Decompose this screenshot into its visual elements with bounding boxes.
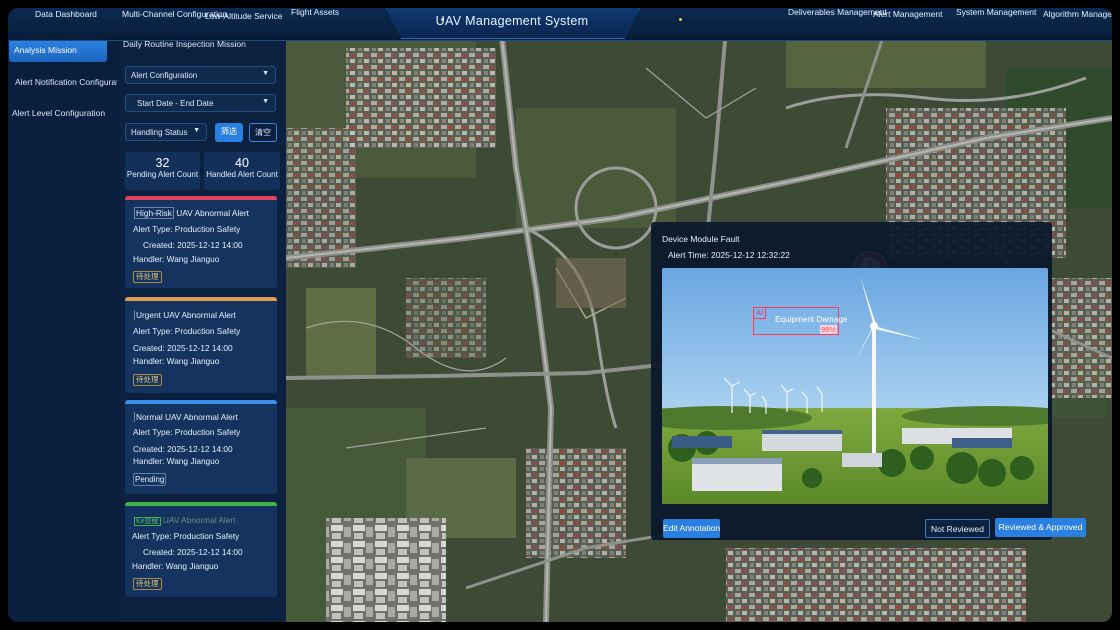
alert-type: Alert Type: Production Safety	[132, 531, 240, 541]
date-range-picker[interactable]: Start Date - End Date ▼	[125, 94, 276, 112]
alert-card-title: Urgent UAV Abnormal Alert	[134, 310, 236, 320]
alert-level: Ke提醒	[134, 517, 161, 526]
status-badge: 待处理	[133, 374, 162, 386]
detection-box[interactable]: AI Equipment Damage 99%	[753, 307, 847, 335]
popup-title: Device Module Fault	[662, 234, 740, 244]
alert-time: Alert Time: 2025-12-12 12:32:22	[668, 250, 790, 260]
handled-alert-stat: 40 Handled Alert Count	[204, 152, 280, 190]
sidebar: Analysis Mission Alert Notification Conf…	[8, 28, 130, 622]
alert-handler: Handler: Wang Jianguo	[133, 356, 220, 366]
alert-title-rest: UAV Abnormal Alert	[173, 208, 249, 218]
wind-farm-photo	[662, 268, 1048, 504]
alert-level: Normal	[134, 412, 163, 422]
handled-alert-count: 40	[235, 156, 249, 170]
alert-level-bar	[125, 502, 277, 506]
alert-level: Urgent	[134, 310, 161, 320]
alert-level: High-Risk	[134, 207, 174, 219]
handling-status-select[interactable]: Handling Status ▼	[125, 123, 207, 141]
filter-button[interactable]: 筛选	[215, 123, 243, 142]
alert-card-title: Normal UAV Abnormal Alert	[134, 412, 238, 422]
alert-title-rest: UAV Abnormal Alert	[160, 310, 236, 320]
handled-alert-label: Handled Alert Count	[206, 170, 278, 179]
edit-annotation-button[interactable]: Edit Annotation	[663, 519, 720, 538]
alert-title-rest: UAV Abnormal Alert	[162, 412, 238, 422]
alert-card-reminder[interactable]: Ke提醒 UAV Abnormal Alert Alert Type: Prod…	[125, 502, 277, 597]
alert-card-title: High-Risk UAV Abnormal Alert	[134, 207, 249, 219]
alert-card-high-risk[interactable]: High-Risk UAV Abnormal Alert Alert Type:…	[125, 196, 277, 288]
alert-card-urgent[interactable]: Urgent UAV Abnormal Alert Alert Type: Pr…	[125, 297, 277, 393]
status-badge: Pending	[133, 473, 167, 486]
alert-type: Alert Type: Production Safety	[133, 326, 241, 336]
nav-low-altitude-service[interactable]: Low-Altitude Service	[205, 10, 282, 26]
alert-level-bar	[125, 400, 277, 404]
alert-handler: Handler: Wang Jianguo	[133, 456, 220, 466]
sidebar-item-alert-notification-configuration[interactable]: Alert Notification Configuration	[15, 77, 130, 87]
app-title: UAV Management System	[435, 14, 589, 28]
nav-algorithm-management[interactable]: Algorithm Management	[1043, 8, 1112, 24]
alert-list-panel: Daily Routine Inspection Mission Alert C…	[117, 28, 286, 622]
alert-level-bar	[125, 196, 277, 200]
detection-confidence: 99%	[819, 325, 837, 334]
nav-data-dashboard[interactable]: Data Dashboard	[35, 8, 97, 24]
nav-system-management[interactable]: System Management	[956, 8, 1036, 22]
chevron-down-icon: ▼	[262, 98, 269, 105]
alert-created: Created: 2025-12-12 14:00	[143, 240, 243, 250]
status-badge: 待处理	[133, 578, 162, 590]
not-reviewed-button[interactable]: Not Reviewed	[925, 519, 990, 538]
clear-button[interactable]: 清空	[249, 123, 277, 142]
app-window: Device Module Fault Alert Time: 2025-12-…	[8, 8, 1112, 622]
alert-type: Alert Type: Production Safety	[133, 427, 241, 437]
detection-label: Equipment Damage	[775, 315, 848, 324]
detection-tag: AI	[754, 308, 767, 319]
status-badge: 待处理	[133, 271, 162, 283]
chevron-down-icon: ▼	[193, 127, 200, 134]
nav-alert-management[interactable]: Alert Management	[873, 8, 942, 24]
pending-alert-stat: 32 Pending Alert Count	[125, 152, 200, 190]
top-navigation-bar: Data Dashboard Multi-Channel Configurati…	[8, 8, 1112, 41]
handling-status-value: Handling Status	[131, 128, 188, 137]
alert-title-rest: UAV Abnormal Alert	[160, 515, 236, 525]
alert-configuration-value: Alert Configuration	[131, 71, 198, 80]
sidebar-item-analysis-mission[interactable]: Analysis Mission	[14, 45, 123, 55]
pending-alert-count: 32	[155, 156, 170, 170]
chevron-down-icon: ▼	[262, 70, 269, 77]
alert-handler: Handler: Wang Jianguo	[133, 254, 220, 264]
reviewed-approved-button[interactable]: Reviewed & Approved	[995, 518, 1086, 537]
screen-frame: Device Module Fault Alert Time: 2025-12-…	[0, 0, 1120, 630]
sidebar-item-alert-level-configuration[interactable]: Alert Level Configuration	[12, 108, 121, 118]
pending-alert-label: Pending Alert Count	[126, 170, 199, 179]
alert-card-normal[interactable]: Normal UAV Abnormal Alert Alert Type: Pr…	[125, 400, 277, 494]
alert-level-bar	[125, 297, 277, 301]
alert-configuration-select[interactable]: Alert Configuration ▼	[125, 66, 276, 84]
alert-detail-popup: Device Module Fault Alert Time: 2025-12-…	[651, 222, 1086, 540]
inspection-photo[interactable]: AI Equipment Damage 99%	[662, 268, 1048, 504]
alert-created: Created: 2025-12-12 14:00	[133, 444, 233, 454]
alert-created: Created: 2025-12-12 14:00	[143, 547, 243, 557]
date-range-value: Start Date - End Date	[137, 99, 214, 108]
alert-handler: Handler: Wang Jianguo	[132, 561, 219, 571]
alert-created: Created: 2025-12-12 14:00	[133, 343, 233, 353]
nav-flight-assets[interactable]: Flight Assets	[291, 8, 339, 22]
title-decoration-dot	[679, 18, 682, 21]
alert-type: Alert Type: Production Safety	[133, 224, 241, 234]
nav-deliverables-management[interactable]: Deliverables Management	[788, 8, 887, 22]
alert-card-title: Ke提醒 UAV Abnormal Alert	[134, 515, 236, 526]
